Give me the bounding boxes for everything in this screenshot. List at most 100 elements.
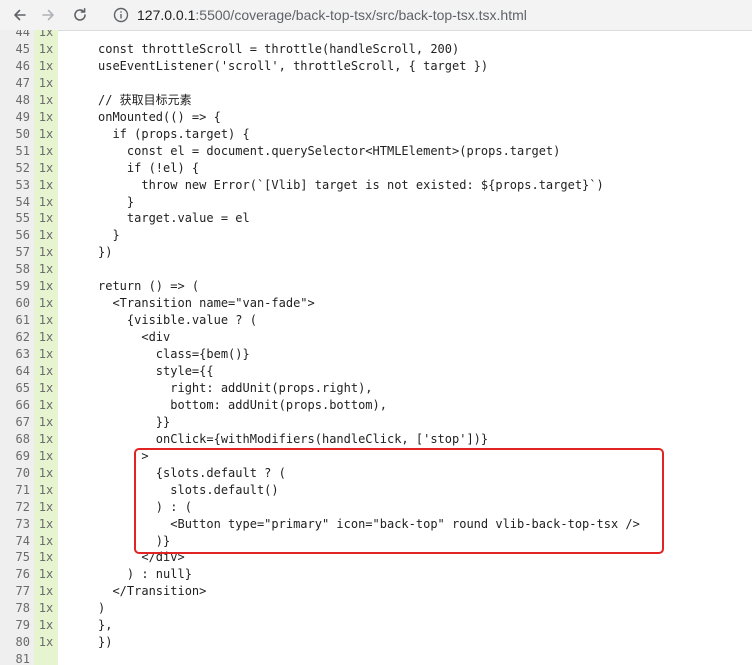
line-number[interactable]: 47 xyxy=(0,75,30,92)
line-number[interactable]: 80 xyxy=(0,634,30,651)
line-number[interactable]: 54 xyxy=(0,194,30,211)
line-number[interactable]: 57 xyxy=(0,244,30,261)
code-text: {slots.default ? ( xyxy=(98,465,286,480)
code-line: 73 1x <Button type="primary" icon="back-t… xyxy=(0,516,752,533)
coverage-count: 1x xyxy=(38,448,54,463)
code-line: 65 1x right: addUnit(props.right), xyxy=(0,380,752,397)
line-number[interactable]: 68 xyxy=(0,431,30,448)
coverage-count: 1x xyxy=(38,567,54,582)
line-number[interactable]: 52 xyxy=(0,160,30,177)
line-number[interactable]: 79 xyxy=(0,617,30,634)
line-number[interactable]: 73 xyxy=(0,516,30,533)
coverage-count: 1x xyxy=(38,211,54,226)
line-number[interactable]: 44 xyxy=(0,30,30,41)
line-number[interactable]: 69 xyxy=(0,448,30,465)
code-line: 62 1x <div xyxy=(0,329,752,346)
line-number[interactable]: 59 xyxy=(0,278,30,295)
line-number[interactable]: 72 xyxy=(0,499,30,516)
coverage-count: 1x xyxy=(38,262,54,277)
code-text: ) : null} xyxy=(98,567,192,582)
code-text: const el = document.querySelector<HTMLEl… xyxy=(98,143,561,158)
arrow-right-icon xyxy=(42,9,54,21)
coverage-count: 1x xyxy=(38,58,54,73)
browser-toolbar: 127.0.0.1:5500/coverage/back-top-tsx/src… xyxy=(0,0,752,31)
reload-button[interactable] xyxy=(70,5,90,25)
url-host: 127.0.0.1 xyxy=(137,7,196,23)
code-line: 64 1x style={{ xyxy=(0,363,752,380)
line-number[interactable]: 51 xyxy=(0,143,30,160)
line-number[interactable]: 62 xyxy=(0,329,30,346)
coverage-count: 1x xyxy=(38,347,54,362)
code-line: 79 1x}, xyxy=(0,617,752,634)
code-text: bottom: addUnit(props.bottom), xyxy=(98,397,387,412)
line-number[interactable]: 65 xyxy=(0,380,30,397)
code-text: onMounted(() => { xyxy=(98,109,221,124)
code-text: )} xyxy=(98,533,171,548)
line-number[interactable]: 55 xyxy=(0,210,30,227)
line-number[interactable]: 48 xyxy=(0,92,30,109)
line-number[interactable]: 58 xyxy=(0,261,30,278)
line-number[interactable]: 66 xyxy=(0,397,30,414)
line-number[interactable]: 60 xyxy=(0,295,30,312)
line-number[interactable]: 74 xyxy=(0,533,30,550)
coverage-count: 1x xyxy=(38,109,54,124)
line-number[interactable]: 77 xyxy=(0,583,30,600)
code-line: 70 1x {slots.default ? ( xyxy=(0,465,752,482)
code-line: 51 1x const el = document.querySelector<H… xyxy=(0,143,752,160)
coverage-count: 1x xyxy=(38,330,54,345)
address-bar[interactable]: 127.0.0.1:5500/coverage/back-top-tsx/src… xyxy=(104,3,752,27)
code-text: target.value = el xyxy=(98,211,250,226)
line-number[interactable]: 64 xyxy=(0,363,30,380)
coverage-count: 1x xyxy=(38,550,54,565)
line-number[interactable]: 50 xyxy=(0,126,30,143)
line-number[interactable]: 70 xyxy=(0,465,30,482)
code-line: 45 1x const throttleScroll = throttle(hand… xyxy=(0,41,752,58)
coverage-count: 1x xyxy=(38,601,54,616)
line-number[interactable]: 71 xyxy=(0,482,30,499)
code-line: 54 1x } xyxy=(0,194,752,211)
coverage-count: 1x xyxy=(38,431,54,446)
code-line: 50 1x if (props.target) { xyxy=(0,126,752,143)
back-button[interactable] xyxy=(10,5,30,25)
line-number[interactable]: 75 xyxy=(0,549,30,566)
line-number[interactable]: 61 xyxy=(0,312,30,329)
code-line: 66 1x bottom: addUnit(props.bottom), xyxy=(0,397,752,414)
url-path: :5500/coverage/back-top-tsx/src/back-top… xyxy=(195,7,527,23)
coverage-count: 1x xyxy=(38,380,54,395)
code-text: }, xyxy=(98,618,113,633)
line-number[interactable]: 56 xyxy=(0,227,30,244)
code-line: 67 1x }} xyxy=(0,414,752,431)
line-number[interactable]: 49 xyxy=(0,109,30,126)
line-number[interactable]: 67 xyxy=(0,414,30,431)
code-text: throw new Error(`[Vlib] target is not ex… xyxy=(98,177,604,192)
line-number[interactable]: 76 xyxy=(0,566,30,583)
code-text: > xyxy=(98,448,149,463)
coverage-code-view: 44 1x 45 1x const throttleScroll = throttle(… xyxy=(0,30,752,665)
coverage-count: 1x xyxy=(38,635,54,650)
line-number[interactable]: 81 xyxy=(0,651,30,665)
coverage-count: 1x xyxy=(38,228,54,243)
code-line: 57 1x}) xyxy=(0,244,752,261)
code-text: <Button type="primary" icon="back-top" r… xyxy=(98,516,640,531)
code-text: return () => ( xyxy=(98,279,200,294)
coverage-count: 1x xyxy=(38,499,54,514)
info-icon[interactable] xyxy=(113,7,129,23)
coverage-count: 1x xyxy=(38,313,54,328)
line-number[interactable]: 46 xyxy=(0,58,30,75)
code-line: 59 1x return () => ( xyxy=(0,278,752,295)
code-line: 53 1x throw new Error(`[Vlib] target is n… xyxy=(0,177,752,194)
line-number[interactable]: 78 xyxy=(0,600,30,617)
code-line: 78 1x) xyxy=(0,600,752,617)
line-number[interactable]: 63 xyxy=(0,346,30,363)
code-line: 63 1x class={bem()} xyxy=(0,346,752,363)
coverage-count: 1x xyxy=(38,75,54,90)
code-line: 72 1x ) : ( xyxy=(0,499,752,516)
coverage-count: 1x xyxy=(38,584,54,599)
coverage-count: 1x xyxy=(38,160,54,175)
code-text: onClick={withModifiers(handleClick, ['st… xyxy=(98,431,489,446)
forward-button[interactable] xyxy=(38,5,58,25)
code-line: 68 1x onClick={withModifiers(handleClick,… xyxy=(0,431,752,448)
line-number[interactable]: 45 xyxy=(0,41,30,58)
coverage-count: 1x xyxy=(38,245,54,260)
line-number[interactable]: 53 xyxy=(0,177,30,194)
